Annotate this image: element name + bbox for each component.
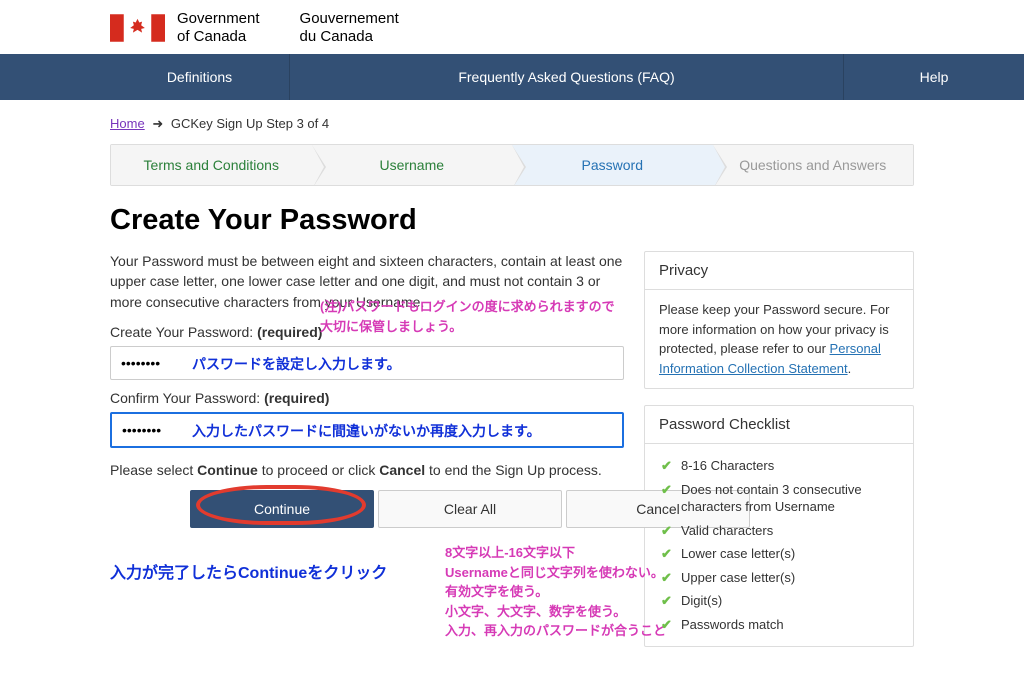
site-header: Government of Canada Gouvernement du Can… <box>0 0 1024 54</box>
top-nav: Definitions Frequently Asked Questions (… <box>0 54 1024 100</box>
checklist-item: Does not contain 3 consecutive character… <box>659 478 899 519</box>
checklist-item: Upper case letter(s) <box>659 566 899 590</box>
password-requirements-text: Your Password must be between eight and … <box>110 251 624 312</box>
gov-name-en: Government of Canada <box>177 10 260 46</box>
checklist-item: 8-16 Characters <box>659 454 899 478</box>
progress-steps: Terms and Conditions Username Password Q… <box>110 144 914 186</box>
create-password-label: Create Your Password: (required) <box>110 324 624 340</box>
nav-faq[interactable]: Frequently Asked Questions (FAQ) <box>290 54 844 100</box>
create-password-input[interactable] <box>110 346 624 380</box>
page-title: Create Your Password <box>110 204 914 237</box>
step-terms: Terms and Conditions <box>111 145 312 185</box>
arrow-right-icon: ➜ <box>152 116 163 131</box>
privacy-panel-body: Please keep your Password secure. For mo… <box>645 290 913 388</box>
password-checklist: 8-16 Characters Does not contain 3 conse… <box>659 454 899 636</box>
gov-name-fr: Gouvernement du Canada <box>300 10 399 46</box>
canada-flag-icon <box>110 14 165 42</box>
breadcrumb-home[interactable]: Home <box>110 116 145 131</box>
nav-definitions[interactable]: Definitions <box>110 54 290 100</box>
checklist-panel: Password Checklist 8-16 Characters Does … <box>644 405 914 647</box>
checklist-panel-title: Password Checklist <box>645 406 913 444</box>
clear-all-button[interactable]: Clear All <box>378 490 562 528</box>
annotation-rules: 8文字以上-16文字以下 Usernameと同じ文字列を使わない。 有効文字を使… <box>445 543 666 641</box>
checklist-item: Passwords match <box>659 613 899 637</box>
breadcrumb: Home ➜ GCKey Sign Up Step 3 of 4 <box>110 110 914 144</box>
checklist-item: Lower case letter(s) <box>659 542 899 566</box>
step-password: Password <box>512 145 713 185</box>
nav-help[interactable]: Help <box>844 54 1024 100</box>
step-questions: Questions and Answers <box>713 145 914 185</box>
privacy-panel-title: Privacy <box>645 252 913 290</box>
instruction-line: Please select Continue to proceed or cli… <box>110 462 624 478</box>
annotation-continue: 入力が完了したらContinueをクリック <box>110 559 387 583</box>
breadcrumb-current: GCKey Sign Up Step 3 of 4 <box>171 116 329 131</box>
confirm-password-input[interactable] <box>110 412 624 448</box>
checklist-item: Digit(s) <box>659 589 899 613</box>
confirm-password-label: Confirm Your Password: (required) <box>110 390 624 406</box>
privacy-panel: Privacy Please keep your Password secure… <box>644 251 914 389</box>
step-username: Username <box>312 145 513 185</box>
checklist-item: Valid characters <box>659 519 899 543</box>
continue-button[interactable]: Continue <box>190 490 374 528</box>
